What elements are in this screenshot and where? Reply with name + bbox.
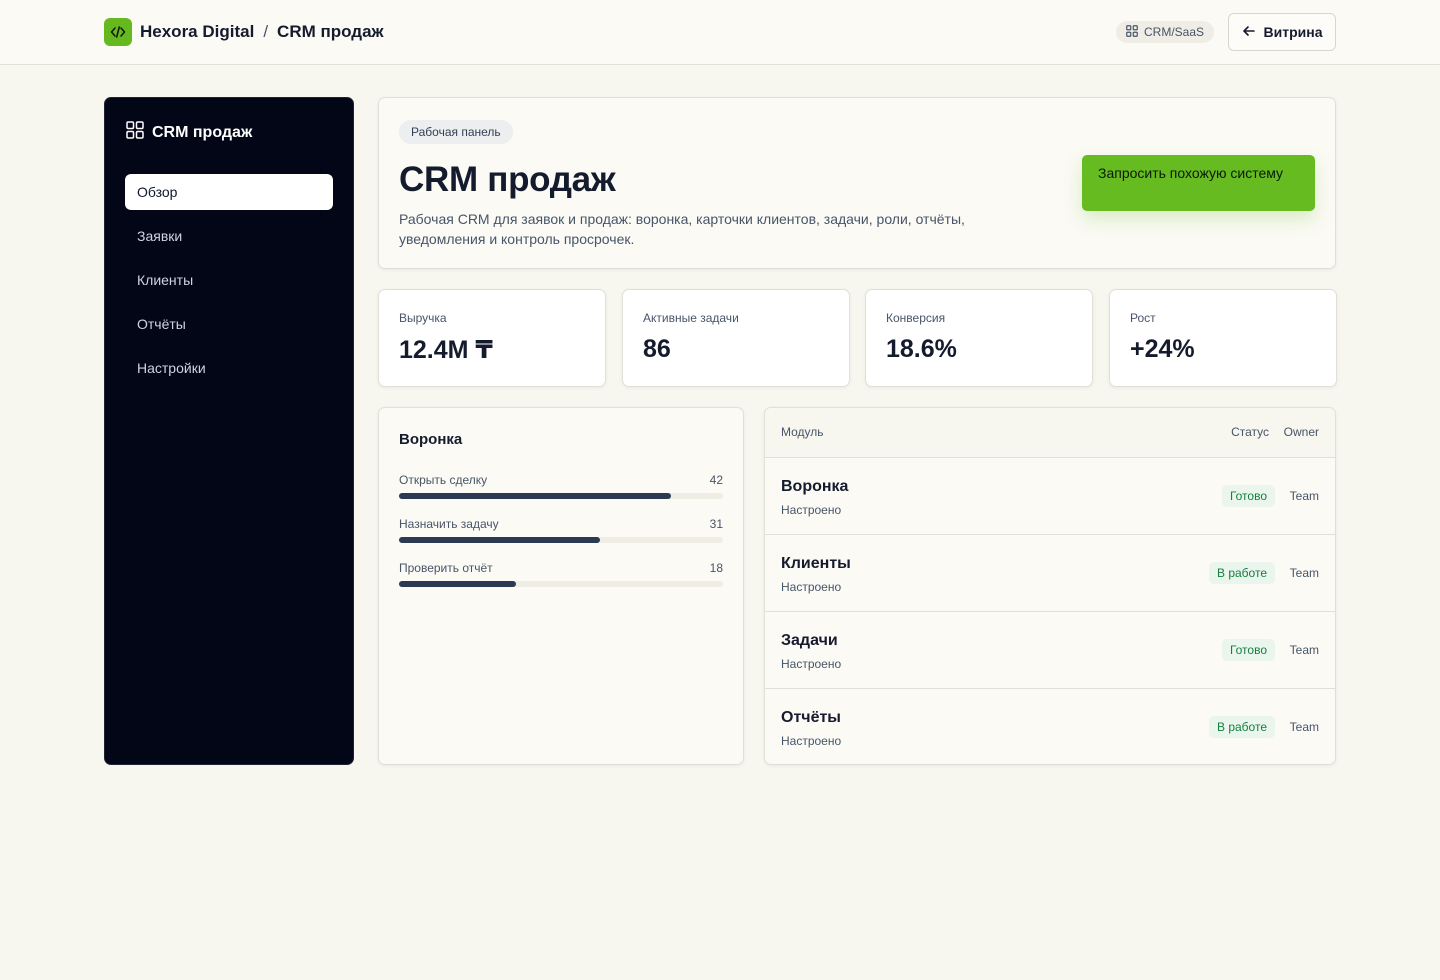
funnel-bar-track (399, 537, 723, 543)
table-row[interactable]: Клиенты Настроено В работе Team (765, 535, 1335, 612)
funnel-row-label: Проверить отчёт (399, 561, 493, 575)
grid-icon (1126, 24, 1138, 40)
arrow-left-icon (1242, 24, 1256, 41)
funnel-card: Воронка Открыть сделку 42 Назначить зада… (378, 407, 744, 765)
funnel-row-label: Назначить задачу (399, 517, 499, 531)
funnel-bar-fill (399, 493, 672, 499)
owner-label: Team (1289, 720, 1319, 734)
module-subtitle: Настроено (781, 580, 842, 594)
brand-name: Hexora Digital (140, 22, 255, 41)
module-subtitle: Настроено (781, 734, 842, 748)
status-badge: Готово (1221, 485, 1275, 507)
category-tag-label: CRM/SaaS (1144, 25, 1205, 39)
table-row[interactable]: Задачи Настроено Готово Team (765, 612, 1335, 689)
metric-value: 12.4M ₸ (399, 336, 493, 364)
funnel-row-value: 31 (709, 517, 723, 531)
module-name: Отчёты (781, 709, 841, 726)
funnel-row-value: 42 (709, 473, 723, 487)
funnel-bar-track (399, 493, 723, 499)
metric-label: Активные задачи (643, 311, 739, 325)
sidebar-title: CRM продаж (152, 123, 253, 141)
funnel-title: Воронка (399, 431, 463, 448)
column-header-module: Модуль (781, 425, 824, 439)
breadcrumb-page: CRM продаж (277, 22, 384, 41)
column-header-owner: Owner (1283, 425, 1319, 439)
code-icon (104, 18, 132, 46)
sidebar: CRM продаж Обзор Заявки Клиенты Отчёты Н… (104, 97, 354, 765)
category-tag: CRM/SaaS (1116, 21, 1215, 43)
funnel-row: Открыть сделку 42 (399, 473, 723, 499)
hero-card: Рабочая панель CRM продаж Рабочая CRM дл… (378, 97, 1336, 269)
breadcrumb-separator: / (263, 22, 269, 41)
page-description: Рабочая CRM для заявок и продаж: воронка… (399, 211, 965, 247)
metric-card-conversion: Конверсия 18.6% (865, 289, 1093, 387)
sidebar-item-settings[interactable]: Настройки (125, 350, 333, 386)
brand[interactable]: Hexora Digital / CRM продаж (104, 18, 384, 46)
hero-badge: Рабочая панель (399, 120, 513, 144)
back-to-showcase-button[interactable]: Витрина (1228, 13, 1336, 51)
sidebar-item-requests[interactable]: Заявки (125, 218, 333, 254)
table-header: Модуль Статус Owner (765, 408, 1335, 458)
owner-label: Team (1289, 566, 1319, 580)
module-name: Клиенты (781, 555, 851, 572)
metric-value: 18.6% (886, 335, 957, 363)
funnel-row: Назначить задачу 31 (399, 517, 723, 543)
owner-label: Team (1289, 643, 1319, 657)
metric-card-revenue: Выручка 12.4M ₸ (378, 289, 606, 387)
sidebar-item-overview[interactable]: Обзор (125, 174, 333, 210)
status-badge: Готово (1221, 639, 1275, 661)
dashboard-icon (126, 121, 144, 144)
funnel-bar-fill (399, 581, 516, 587)
status-badge: В работе (1208, 716, 1275, 738)
sidebar-item-reports[interactable]: Отчёты (125, 306, 333, 342)
module-name: Задачи (781, 632, 838, 649)
funnel-row-value: 18 (709, 561, 723, 575)
request-similar-system-button[interactable]: Запросить похожую систему (1082, 155, 1315, 211)
owner-label: Team (1289, 489, 1319, 503)
metric-card-growth: Рост +24% (1109, 289, 1337, 387)
funnel-bar-fill (399, 537, 600, 543)
metric-card-active-tasks: Активные задачи 86 (622, 289, 850, 387)
sidebar-nav: Обзор Заявки Клиенты Отчёты Настройки (125, 174, 333, 394)
top-bar: Hexora Digital / CRM продаж CRM/SaaS Вит… (0, 0, 1440, 65)
metric-label: Конверсия (886, 311, 946, 325)
metric-label: Рост (1130, 311, 1156, 325)
status-badge: В работе (1208, 562, 1275, 584)
funnel-row-label: Открыть сделку (399, 473, 488, 487)
back-button-label: Витрина (1263, 24, 1323, 40)
metric-label: Выручка (399, 311, 447, 325)
table-row[interactable]: Отчёты Настроено В работе Team (765, 689, 1335, 764)
sidebar-item-clients[interactable]: Клиенты (125, 262, 333, 298)
sidebar-header: CRM продаж (126, 121, 252, 144)
modules-table: Модуль Статус Owner Воронка Настроено Го… (764, 407, 1336, 765)
table-row[interactable]: Воронка Настроено Готово Team (765, 458, 1335, 535)
module-name: Воронка (781, 478, 849, 495)
metric-value: 86 (643, 335, 671, 363)
column-header-status: Статус (1231, 425, 1269, 439)
funnel-bar-track (399, 581, 723, 587)
metric-value: +24% (1130, 335, 1195, 363)
module-subtitle: Настроено (781, 657, 842, 671)
module-subtitle: Настроено (781, 503, 842, 517)
funnel-row: Проверить отчёт 18 (399, 561, 723, 587)
page-title: CRM продаж (399, 160, 616, 199)
